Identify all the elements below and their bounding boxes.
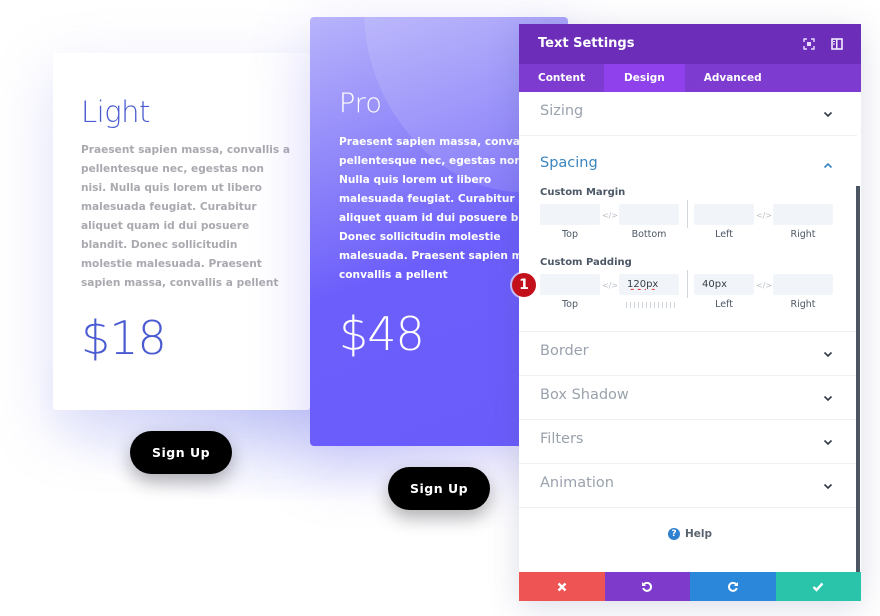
divider <box>687 270 688 298</box>
section-box-shadow[interactable]: Box Shadow <box>519 376 857 420</box>
chevron-down-icon <box>823 351 833 358</box>
margin-top-input[interactable] <box>540 204 600 225</box>
check-icon <box>812 582 824 592</box>
tab-content[interactable]: Content <box>519 64 604 92</box>
tab-design[interactable]: Design <box>604 64 685 92</box>
help-link[interactable]: ? Help <box>668 528 712 540</box>
padding-top-input[interactable] <box>540 274 600 295</box>
chevron-down-icon <box>823 395 833 402</box>
padding-right-input[interactable] <box>773 274 833 295</box>
margin-right-input[interactable] <box>773 204 833 225</box>
section-spacing: Spacing Custom Margin </> </> Top Bottom… <box>519 136 857 332</box>
margin-left-input[interactable] <box>694 204 754 225</box>
panel-header: Text Settings <box>519 24 861 64</box>
chevron-down-icon <box>823 111 833 118</box>
padding-left-input[interactable] <box>694 274 754 295</box>
sub-label-left: Left <box>715 299 733 310</box>
panel-body: Sizing Spacing Custom Margin </> </> Top… <box>519 92 861 572</box>
sign-up-button-pro[interactable]: Sign Up <box>388 467 490 510</box>
plan-price: $48 <box>339 307 425 361</box>
section-label: Sizing <box>540 103 584 119</box>
help-label: Help <box>685 528 713 540</box>
scrollbar[interactable] <box>856 186 860 572</box>
plan-price: $18 <box>81 311 167 365</box>
section-filters[interactable]: Filters <box>519 420 857 464</box>
custom-margin-label: Custom Margin <box>540 187 626 198</box>
plan-title: Pro <box>339 88 382 119</box>
redo-icon <box>727 581 738 592</box>
sub-label-top: Top <box>561 229 579 240</box>
undo-icon <box>642 581 653 592</box>
section-label: Animation <box>540 475 614 491</box>
section-label[interactable]: Spacing <box>540 155 598 171</box>
panel-footer <box>519 572 861 601</box>
save-button[interactable] <box>775 572 861 601</box>
sub-label-right: Right <box>790 229 816 240</box>
plan-title: Light <box>81 95 150 129</box>
step-badge: 1 <box>512 273 536 297</box>
section-sizing[interactable]: Sizing <box>519 92 857 136</box>
pricing-card-light: Light Praesent sapien massa, convallis a… <box>53 53 310 410</box>
section-label: Box Shadow <box>540 387 629 403</box>
text-settings-panel: Text Settings Content Design Advanced Si… <box>519 24 861 601</box>
chevron-down-icon <box>823 483 833 490</box>
redo-button[interactable] <box>690 572 776 601</box>
tab-advanced[interactable]: Advanced <box>685 64 781 92</box>
link-icon[interactable]: </> <box>602 280 618 290</box>
sub-label-left: Left <box>715 229 733 240</box>
sign-up-button-light[interactable]: Sign Up <box>130 431 232 474</box>
divider <box>687 200 688 228</box>
section-label: Filters <box>540 431 584 447</box>
link-icon[interactable]: </> <box>756 280 772 290</box>
sub-label-top: Top <box>561 299 579 310</box>
sub-label-bottom: Bottom <box>631 229 667 240</box>
undo-button[interactable] <box>604 572 690 601</box>
panel-title: Text Settings <box>538 36 635 51</box>
drag-slider-handle[interactable] <box>626 302 676 308</box>
section-label: Border <box>540 343 589 359</box>
margin-bottom-input[interactable] <box>619 204 679 225</box>
split-view-icon[interactable] <box>830 37 844 51</box>
help-icon: ? <box>668 528 680 540</box>
plan-description: Praesent sapien massa, convallis a pelle… <box>81 144 291 289</box>
link-icon[interactable]: </> <box>756 210 772 220</box>
chevron-up-icon[interactable] <box>822 160 834 172</box>
padding-bottom-input[interactable] <box>619 274 679 295</box>
cancel-button[interactable] <box>519 572 605 601</box>
link-icon[interactable]: </> <box>602 210 618 220</box>
sub-label-right: Right <box>790 299 816 310</box>
section-animation[interactable]: Animation <box>519 464 857 508</box>
expand-icon[interactable] <box>802 37 816 51</box>
chevron-down-icon <box>823 439 833 446</box>
panel-tabs: Content Design Advanced <box>519 64 861 92</box>
close-icon <box>557 582 567 591</box>
section-border[interactable]: Border <box>519 332 857 376</box>
custom-padding-label: Custom Padding <box>540 257 632 268</box>
